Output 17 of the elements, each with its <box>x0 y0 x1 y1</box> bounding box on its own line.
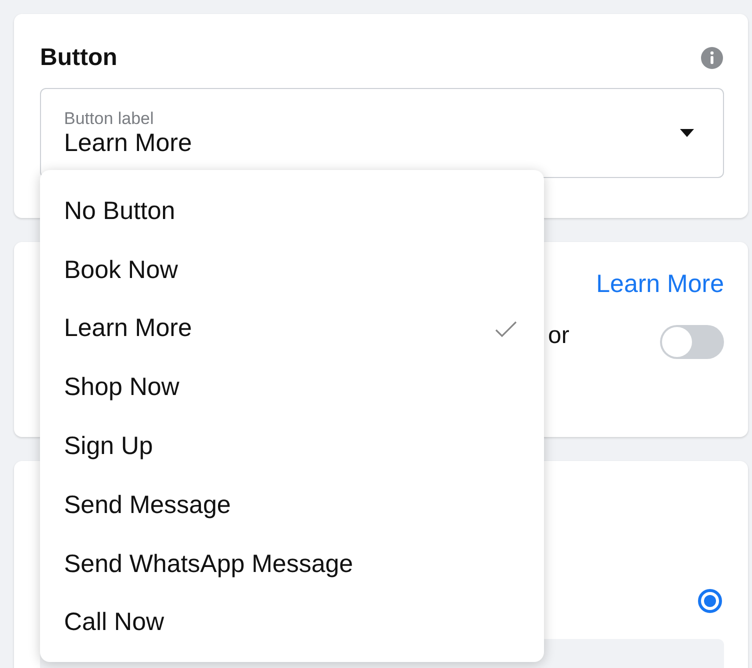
menu-item[interactable]: No Button <box>40 182 544 241</box>
menu-item[interactable]: Shop Now <box>40 358 544 418</box>
menu-item[interactable]: Learn More <box>40 300 544 358</box>
menu-item[interactable]: Book Now <box>40 240 544 300</box>
radio-button[interactable] <box>698 589 722 613</box>
info-icon[interactable] <box>700 46 724 70</box>
menu-item[interactable]: Call Now <box>40 594 544 652</box>
field-value: Learn More <box>64 128 192 158</box>
learn-more-link[interactable]: Learn More <box>596 270 724 299</box>
field-label: Button label <box>64 108 155 128</box>
caret-icon <box>679 128 695 138</box>
menu-item[interactable]: Sign Up <box>40 417 544 476</box>
menu-item[interactable]: Send Message <box>40 476 544 535</box>
description-text: or <box>548 322 570 350</box>
toggle-switch[interactable] <box>660 325 724 359</box>
menu-item[interactable]: Send WhatsApp Message <box>40 534 544 594</box>
section-title: Button <box>40 44 118 72</box>
